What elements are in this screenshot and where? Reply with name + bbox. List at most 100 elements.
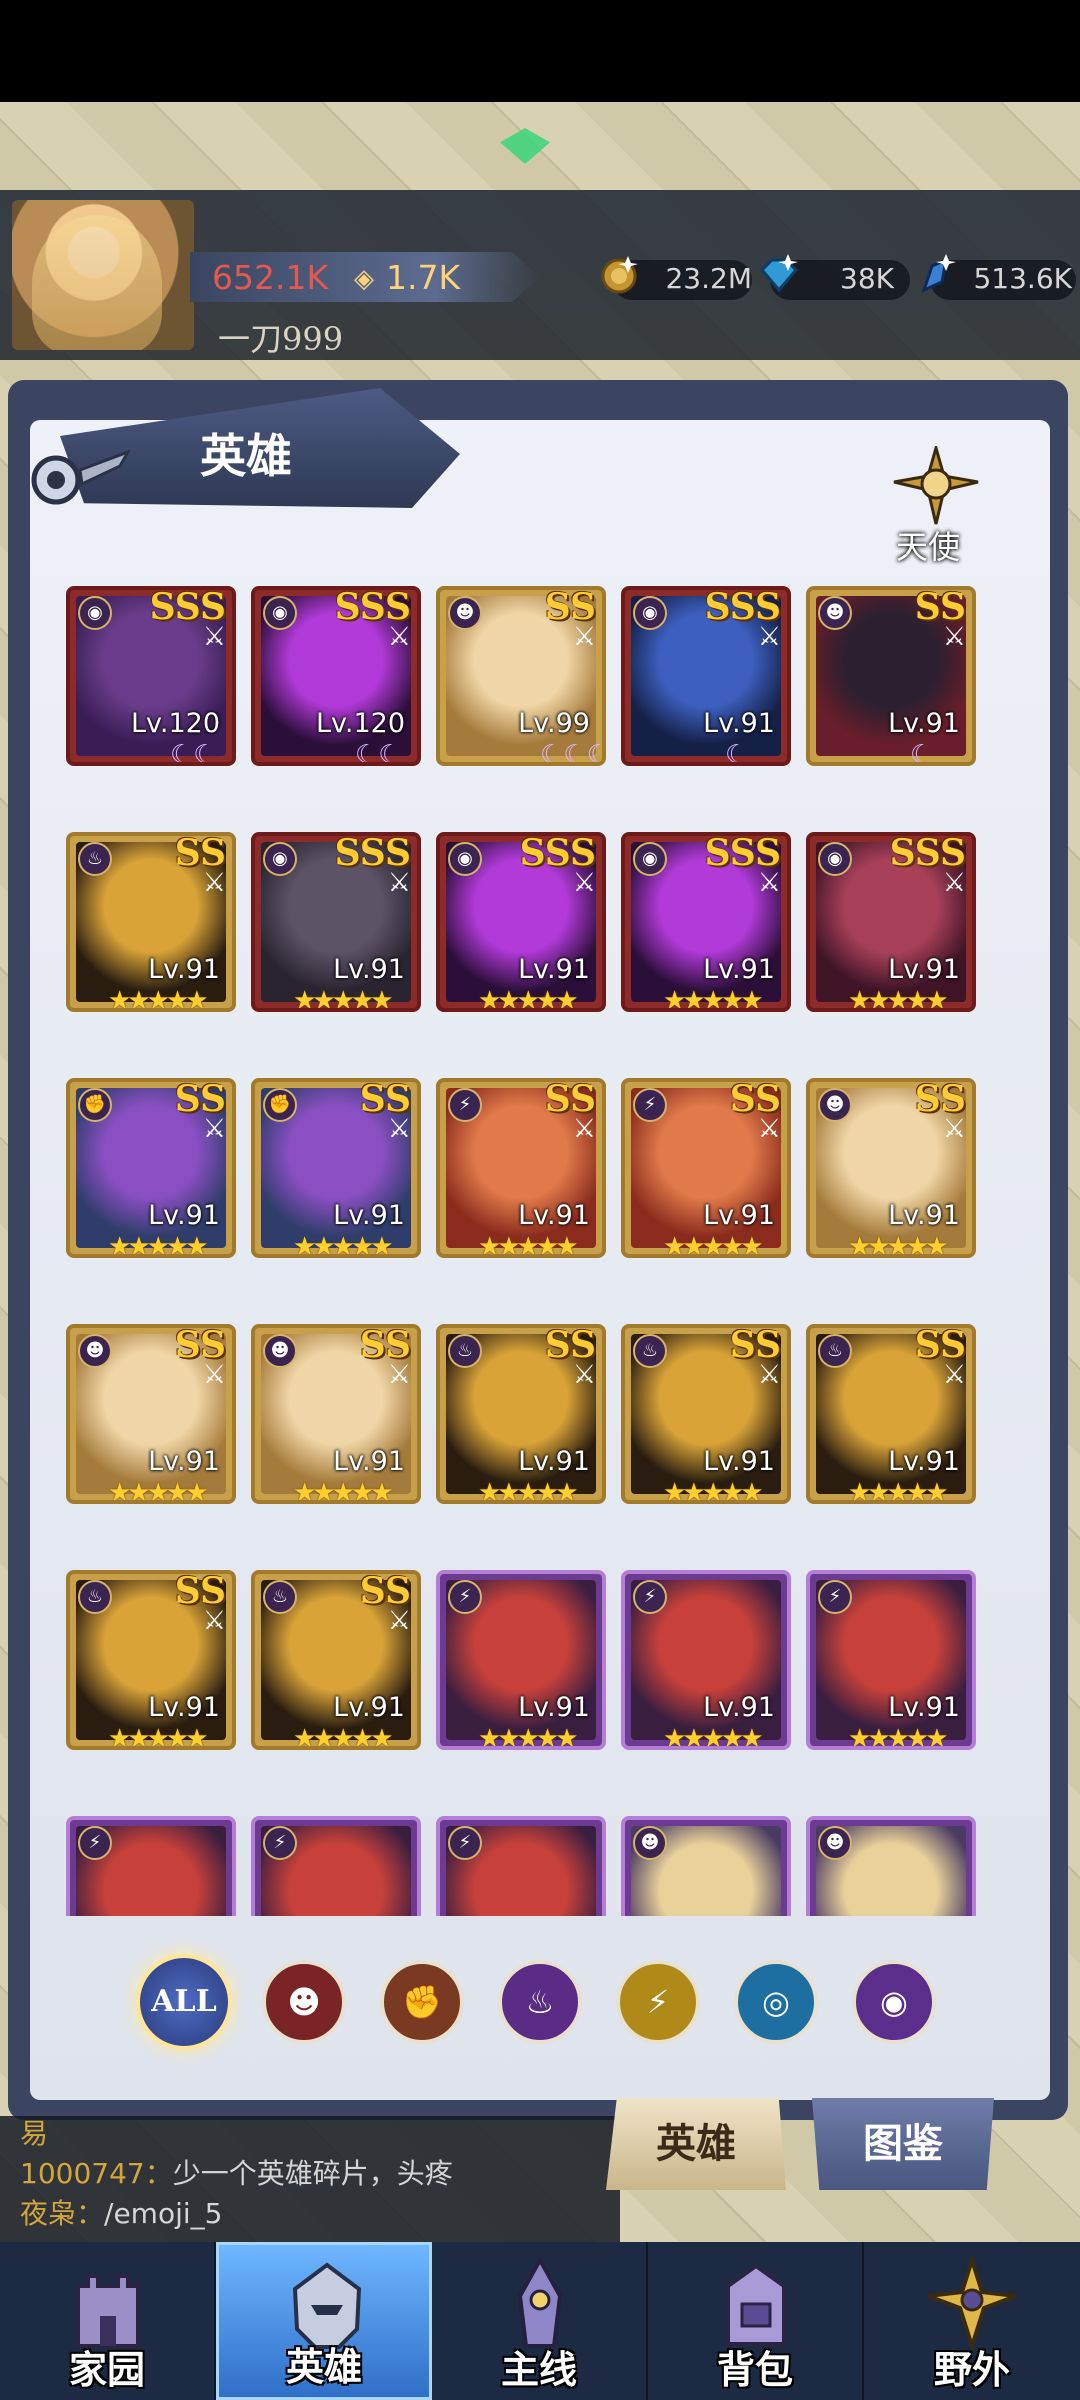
- power-value: 652.1K: [212, 258, 329, 297]
- hero-card[interactable]: ⚡ Lv.91 ★★★★★: [621, 1570, 791, 1750]
- hero-card[interactable]: ⚡ Lv.91 ★★★★★: [436, 1570, 606, 1750]
- angel-label[interactable]: 天使: [896, 522, 960, 568]
- tab-atlas[interactable]: 图鉴: [812, 2098, 994, 2190]
- hero-level: Lv.91: [888, 708, 960, 739]
- hero-card[interactable]: ✊ SS ⚔ Lv.91 ★★★★★: [251, 1078, 421, 1258]
- hero-card[interactable]: ♨ SS ⚔ Lv.91 ★★★★★: [436, 1324, 606, 1504]
- hero-card[interactable]: ☻: [806, 1816, 976, 1916]
- diamond-outline-icon: ◈: [354, 264, 374, 294]
- hero-level: Lv.91: [148, 1200, 220, 1231]
- arcane-eye-icon: ◉: [880, 1983, 908, 2021]
- hero-level: Lv.91: [518, 1692, 590, 1723]
- hero-card[interactable]: ◉ SSS ⚔ Lv.120 ☾☾: [251, 586, 421, 766]
- sword-icon: ⚔: [202, 868, 226, 898]
- sword-icon: ⚔: [572, 868, 596, 898]
- filter-arcane-button[interactable]: ◉: [852, 1960, 936, 2044]
- lightning-icon: ⚡: [646, 1983, 670, 2021]
- sword-icon: ⚔: [942, 622, 966, 652]
- hero-card[interactable]: ⚡: [66, 1816, 236, 1916]
- hero-card[interactable]: ◉ SSS ⚔ Lv.91 ★★★★★: [251, 832, 421, 1012]
- hero-card[interactable]: ◉ SSS ⚔ Lv.91 ★★★★★: [436, 832, 606, 1012]
- nav-home[interactable]: 家园: [0, 2242, 216, 2400]
- demon-element-icon: ☻: [818, 1088, 852, 1122]
- hero-card[interactable]: ◉ SSS ⚔ Lv.120 ☾☾: [66, 586, 236, 766]
- hero-card[interactable]: ☻ SS ⚔ Lv.91 ★★★★★: [251, 1324, 421, 1504]
- sword-icon: ⚔: [757, 622, 781, 652]
- hero-card[interactable]: ♨ SS ⚔ Lv.91 ★★★★★: [66, 1570, 236, 1750]
- hero-level: Lv.91: [333, 1200, 405, 1231]
- star-rating: ★★★★★: [293, 1232, 394, 1258]
- moon-rating: ☾: [910, 740, 934, 766]
- hero-card[interactable]: ♨ SS ⚔ Lv.91 ★★★★★: [806, 1324, 976, 1504]
- swirl-icon: ◎: [762, 1983, 790, 2021]
- sword-icon: ⚔: [757, 1360, 781, 1390]
- filter-all-button[interactable]: ALL: [136, 1954, 232, 2050]
- hero-card[interactable]: ✊ SS ⚔ Lv.91 ★★★★★: [66, 1078, 236, 1258]
- nav-wild[interactable]: 野外: [864, 2242, 1080, 2400]
- diamond-value: 38K: [840, 262, 894, 295]
- hero-card[interactable]: ♨ SS ⚔ Lv.91 ★★★★★: [621, 1324, 791, 1504]
- bottom-nav: 家园 英雄 主线 背包 野外: [0, 2242, 1080, 2400]
- demon-element-icon: ☻: [818, 596, 852, 630]
- sword-icon: ⚔: [387, 622, 411, 652]
- hero-card[interactable]: ☻: [621, 1816, 791, 1916]
- star-rating: ★★★★★: [848, 1232, 949, 1258]
- hero-level: Lv.91: [148, 1692, 220, 1723]
- chat-feed[interactable]: 易 1000747：少一个英雄碎片，头疼 夜枭：/emoji_5: [0, 2116, 620, 2242]
- avatar[interactable]: [12, 200, 194, 350]
- hero-level: Lv.91: [888, 1200, 960, 1231]
- hero-card[interactable]: ☻ SS ⚔ Lv.91 ★★★★★: [806, 1078, 976, 1258]
- lightning-element-icon: ⚡: [818, 1580, 852, 1614]
- sword-icon: ⚔: [757, 1114, 781, 1144]
- hero-card[interactable]: ⚡: [251, 1816, 421, 1916]
- player-name: 一刀999: [218, 320, 344, 358]
- hero-card[interactable]: ◉ SSS ⚔ Lv.91 ★★★★★: [621, 832, 791, 1012]
- hero-card[interactable]: ⚡ SS ⚔ Lv.91 ★★★★★: [621, 1078, 791, 1258]
- star-rating: ★★★★★: [478, 986, 579, 1012]
- hero-card[interactable]: ◉ SSS ⚔ Lv.91 ★★★★★: [806, 832, 976, 1012]
- nav-heroes[interactable]: 英雄: [216, 2242, 432, 2400]
- nav-campaign[interactable]: 主线: [432, 2242, 648, 2400]
- sword-icon: ⚔: [572, 622, 596, 652]
- lightning-element-icon: ⚡: [633, 1088, 667, 1122]
- nav-backpack[interactable]: 背包: [648, 2242, 864, 2400]
- sword-icon: ⚔: [202, 622, 226, 652]
- sword-icon: ⚔: [387, 1114, 411, 1144]
- filter-demon-button[interactable]: ☻: [262, 1960, 346, 2044]
- hero-level: Lv.120: [130, 708, 220, 739]
- hero-card[interactable]: ⚡: [436, 1816, 606, 1916]
- hero-grid[interactable]: ◉SSS⚔Lv.120☾☾◉SSS⚔Lv.120☾☾☻SS⚔Lv.99☾☾☾☾◉…: [66, 586, 1006, 1916]
- lightning-element-icon: ⚡: [78, 1826, 112, 1860]
- hero-level: Lv.91: [518, 1200, 590, 1231]
- hero-level: Lv.91: [703, 954, 775, 985]
- angel-compass-icon[interactable]: [888, 446, 984, 526]
- secondary-stat-value: 1.7K: [386, 258, 461, 297]
- hero-card[interactable]: ⚡ Lv.91 ★★★★★: [806, 1570, 976, 1750]
- chat-line: 1000747：少一个英雄碎片，头疼: [20, 2157, 453, 2190]
- flame-element-icon: ♨: [633, 1334, 667, 1368]
- hero-card[interactable]: ♨ SS ⚔ Lv.91 ★★★★★: [251, 1570, 421, 1750]
- arcane-element-icon: ◉: [633, 596, 667, 630]
- filter-fist-button[interactable]: ✊: [380, 1960, 464, 2044]
- arcane-element-icon: ◉: [78, 596, 112, 630]
- hero-card[interactable]: ⚡ SS ⚔ Lv.91 ★★★★★: [436, 1078, 606, 1258]
- filter-swirl-button[interactable]: ◎: [734, 1960, 818, 2044]
- star-rating: ★★★★★: [293, 986, 394, 1012]
- hero-card[interactable]: ◉ SSS ⚔ Lv.91 ☾: [621, 586, 791, 766]
- chat-line: 易: [20, 2117, 49, 2150]
- flame-icon: ♨: [525, 1983, 555, 2021]
- gold-coin-icon: [601, 256, 638, 294]
- filter-lightning-button[interactable]: ⚡: [616, 1960, 700, 2044]
- moon-rating: ☾: [725, 740, 749, 766]
- tab-heroes[interactable]: 英雄: [606, 2098, 786, 2190]
- hero-card[interactable]: ☻SS⚔Lv.99☾☾☾☾: [436, 586, 606, 766]
- demon-element-icon: ☻: [818, 1826, 852, 1860]
- flame-element-icon: ♨: [78, 842, 112, 876]
- hero-card[interactable]: ☻ SS ⚔ Lv.91 ★★★★★: [66, 1324, 236, 1504]
- hero-card[interactable]: ♨ SS ⚔ Lv.91 ★★★★★: [66, 832, 236, 1012]
- sword-icon: ⚔: [387, 1606, 411, 1636]
- hero-card[interactable]: ☻ SS ⚔ Lv.91 ☾: [806, 586, 976, 766]
- fist-element-icon: ✊: [263, 1088, 297, 1122]
- arcane-element-icon: ◉: [448, 842, 482, 876]
- filter-flame-button[interactable]: ♨: [498, 1960, 582, 2044]
